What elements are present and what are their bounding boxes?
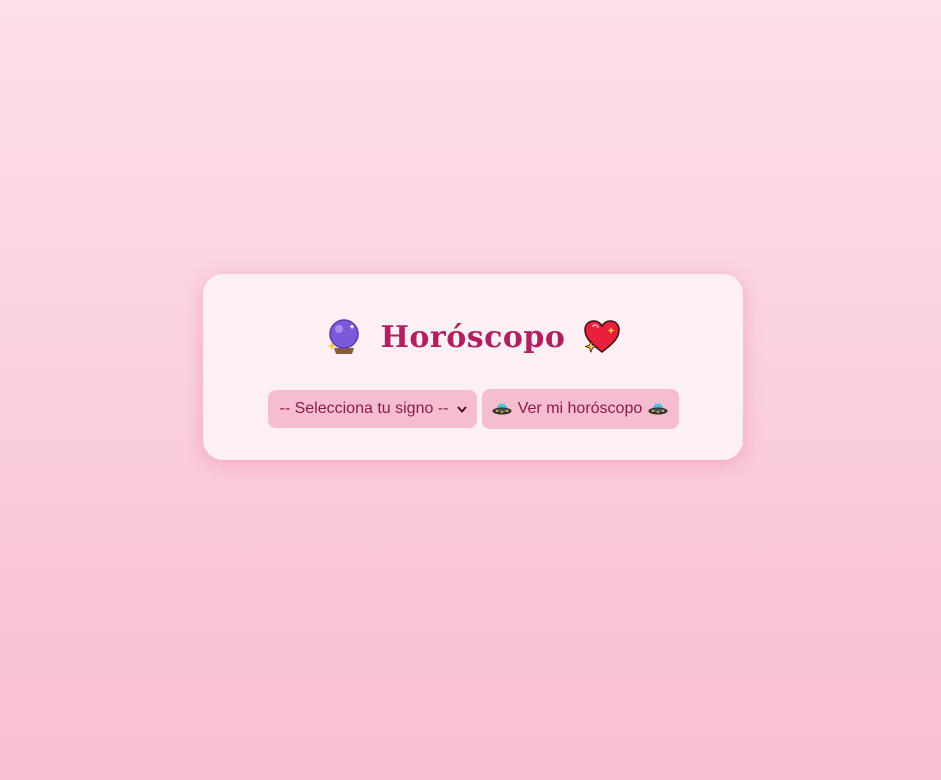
show-horoscope-button[interactable]: Ver mi horóscopo <box>481 389 679 429</box>
flying-saucer-icon <box>492 402 512 416</box>
sparkling-heart-icon <box>583 318 621 356</box>
chevron-down-icon <box>456 402 467 416</box>
sign-select[interactable]: -- Selecciona tu signo -- <box>267 390 477 428</box>
controls-row: -- Selecciona tu signo -- Ver mi horósco… <box>203 389 743 429</box>
sign-select-value: -- Selecciona tu signo -- <box>279 400 449 417</box>
page-title: Horóscopo <box>380 319 566 355</box>
title-row: Horóscopo <box>203 318 743 356</box>
horoscope-card: Horóscopo -- Selecciona tu signo -- Ver … <box>203 274 743 460</box>
flying-saucer-icon <box>648 402 668 416</box>
show-horoscope-label: Ver mi horóscopo <box>517 400 643 417</box>
crystal-ball-icon <box>325 318 363 356</box>
